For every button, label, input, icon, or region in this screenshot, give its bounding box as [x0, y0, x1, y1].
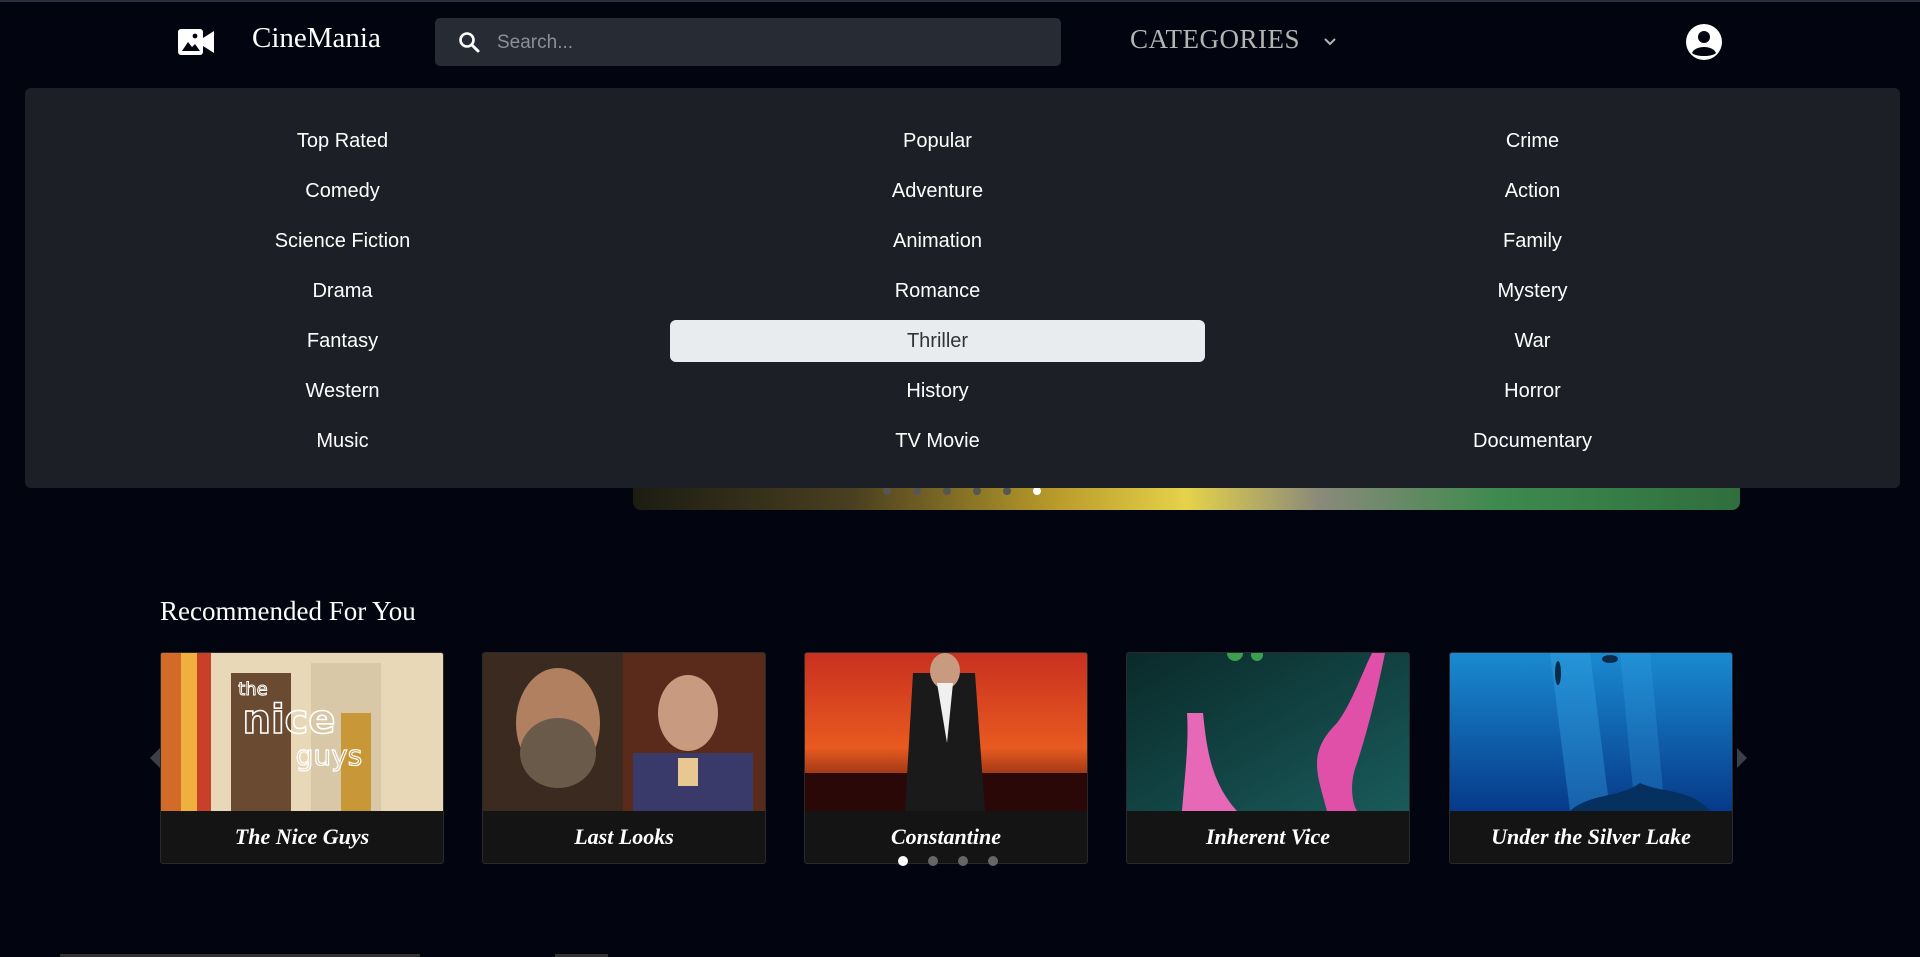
category-item-top-rated[interactable]: Top Rated — [75, 120, 610, 162]
hero-slide-dot[interactable] — [973, 487, 981, 495]
category-item-animation[interactable]: Animation — [670, 220, 1205, 262]
category-item-fantasy[interactable]: Fantasy — [75, 320, 610, 362]
hero-slide-dot[interactable] — [913, 487, 921, 495]
carousel-page-indicators — [898, 856, 998, 866]
movie-card[interactable]: Inherent Vice — [1126, 652, 1410, 864]
category-item-drama[interactable]: Drama — [75, 270, 610, 312]
category-column: Top Rated Comedy Science Fiction Drama Fanta… — [75, 120, 610, 470]
movie-card[interactable]: nice the guys The Nice Guys — [160, 652, 444, 864]
hero-slide-dot[interactable] — [943, 487, 951, 495]
hero-slide-dot[interactable] — [883, 487, 891, 495]
carousel-next-arrow[interactable] — [1737, 748, 1747, 768]
category-column: Crime Action Family Mystery War Horror Documen… — [1265, 120, 1800, 470]
chevron-down-icon[interactable] — [1322, 34, 1338, 50]
category-item-comedy[interactable]: Comedy — [75, 170, 610, 212]
movie-card[interactable]: Constantine — [804, 652, 1088, 864]
search-bar[interactable] — [435, 18, 1061, 68]
categories-menu-button[interactable]: CATEGORIES — [1130, 24, 1300, 55]
movie-title: Last Looks — [574, 824, 674, 849]
brand-name[interactable]: CineMania — [252, 22, 381, 55]
category-item-documentary[interactable]: Documentary — [1265, 420, 1800, 462]
svg-text:guys: guys — [296, 739, 363, 772]
carousel-page-dot[interactable] — [958, 856, 968, 866]
search-icon — [459, 32, 480, 53]
category-item-history[interactable]: History — [670, 370, 1205, 412]
carousel-page-dot[interactable] — [928, 856, 938, 866]
carousel-prev-arrow[interactable] — [150, 748, 160, 768]
category-item-crime[interactable]: Crime — [1265, 120, 1800, 162]
search-input[interactable] — [495, 18, 1039, 68]
category-item-war[interactable]: War — [1265, 320, 1800, 362]
movie-poster: nice the guys — [161, 653, 443, 811]
svg-text:nice: nice — [242, 697, 335, 743]
movie-poster — [1450, 653, 1732, 811]
category-item-romance[interactable]: Romance — [670, 270, 1205, 312]
category-item-western[interactable]: Western — [75, 370, 610, 412]
category-item-tv-movie[interactable]: TV Movie — [670, 420, 1205, 462]
movie-title: The Nice Guys — [234, 824, 370, 849]
category-item-action[interactable]: Action — [1265, 170, 1800, 212]
top-border — [0, 0, 1920, 2]
category-column: Popular Adventure Animation Romance Thriller… — [670, 120, 1205, 470]
hero-slide-dot[interactable] — [1003, 487, 1011, 495]
account-circle-icon[interactable] — [1685, 23, 1723, 61]
movie-poster — [805, 653, 1087, 811]
movie-poster — [483, 653, 765, 811]
carousel-page-dot[interactable] — [988, 856, 998, 866]
movie-title: Inherent Vice — [1205, 824, 1331, 849]
category-item-adventure[interactable]: Adventure — [670, 170, 1205, 212]
hero-slide-indicators — [883, 487, 1041, 495]
categories-dropdown: Top Rated Comedy Science Fiction Drama Fanta… — [25, 88, 1900, 488]
section-title: Recommended For You — [160, 596, 416, 626]
category-item-popular[interactable]: Popular — [670, 120, 1205, 162]
movie-card[interactable]: Last Looks — [482, 652, 766, 864]
hero-slide-dot[interactable] — [1033, 487, 1041, 495]
video-camera-icon[interactable] — [177, 26, 215, 58]
movie-poster — [1127, 653, 1409, 811]
category-item-science-fiction[interactable]: Science Fiction — [75, 220, 610, 262]
svg-text:the: the — [238, 679, 268, 700]
category-item-music[interactable]: Music — [75, 420, 610, 462]
carousel-page-dot[interactable] — [898, 856, 908, 866]
category-item-mystery[interactable]: Mystery — [1265, 270, 1800, 312]
category-item-family[interactable]: Family — [1265, 220, 1800, 262]
category-item-thriller[interactable]: Thriller — [670, 320, 1205, 362]
movie-title: Under the Silver Lake — [1491, 824, 1691, 849]
movie-card[interactable]: Under the Silver Lake — [1449, 652, 1733, 864]
category-item-horror[interactable]: Horror — [1265, 370, 1800, 412]
